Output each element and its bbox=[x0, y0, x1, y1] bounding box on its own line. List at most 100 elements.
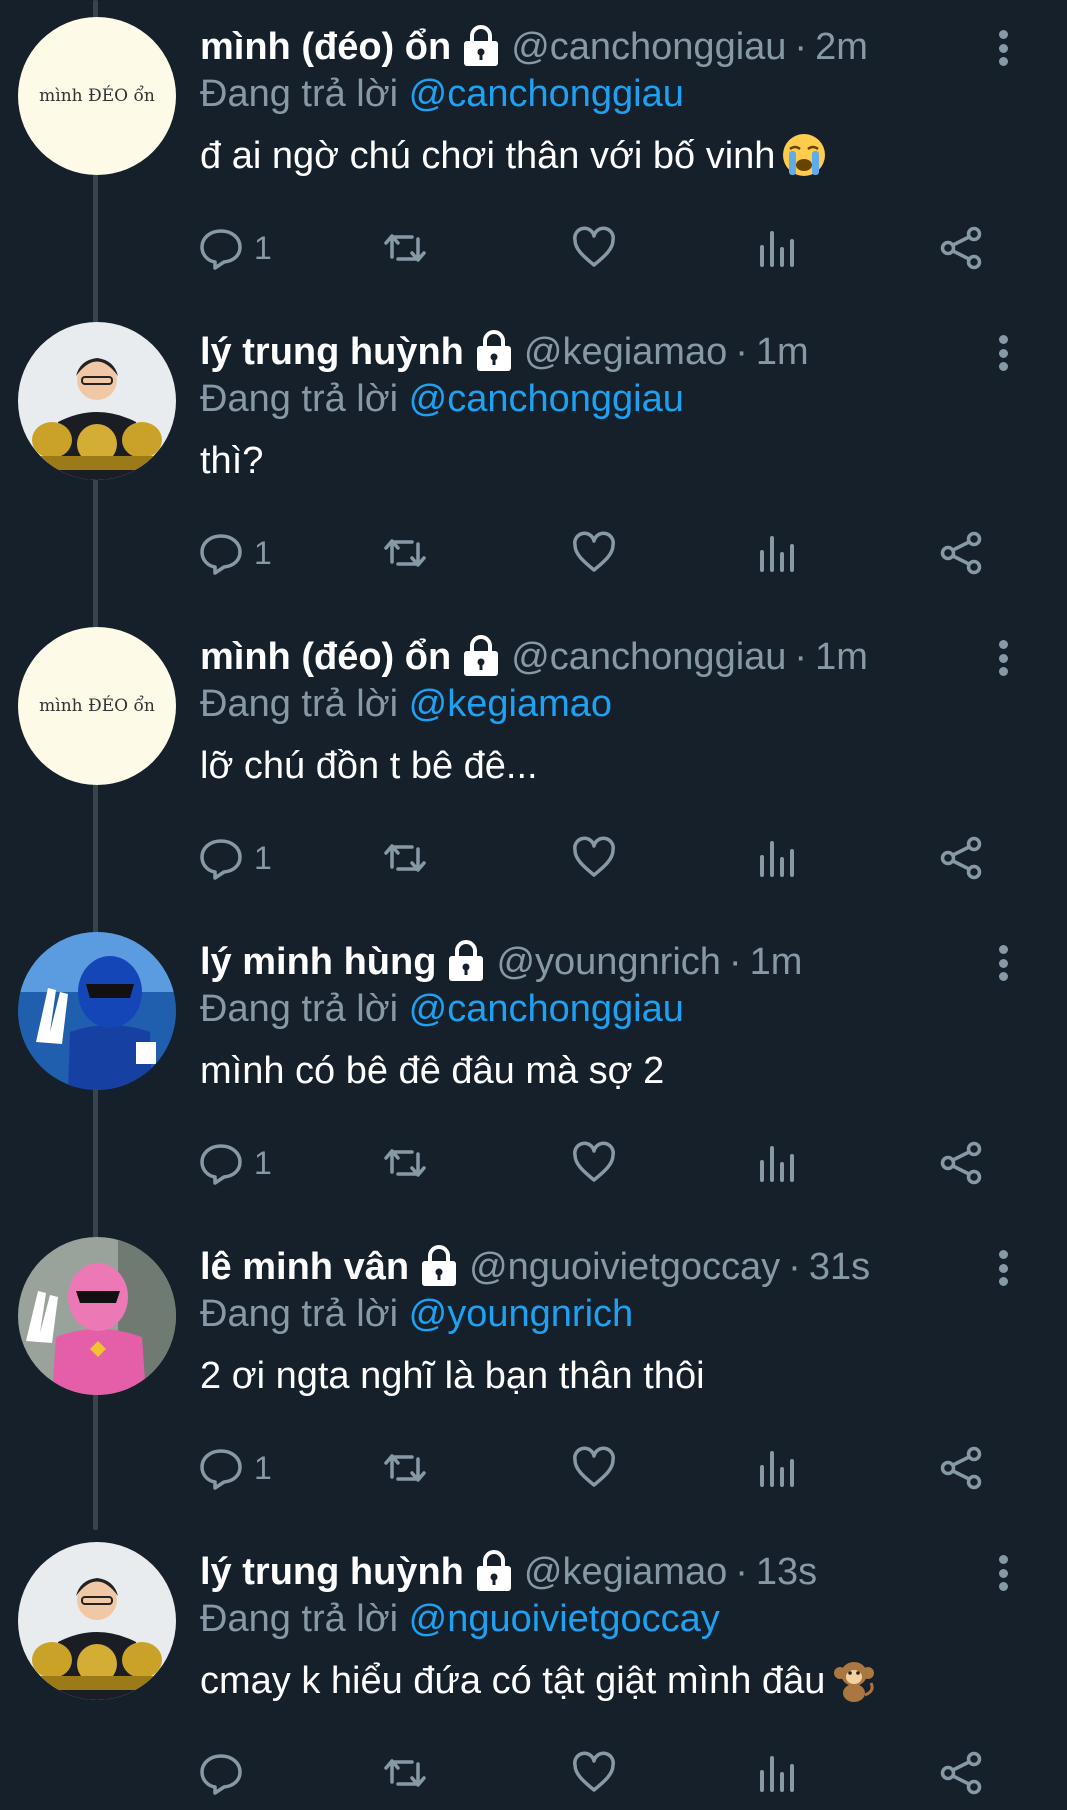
like-button[interactable] bbox=[571, 220, 617, 276]
retweet-icon bbox=[384, 539, 426, 567]
avatar[interactable] bbox=[18, 322, 176, 480]
display-name[interactable]: mình (đéo) ổn bbox=[200, 634, 451, 680]
separator-dot: · bbox=[735, 1551, 748, 1593]
avatar[interactable]: mình ĐÉO ổn bbox=[18, 627, 176, 785]
timestamp[interactable]: 31s bbox=[809, 1244, 870, 1290]
more-options-icon[interactable] bbox=[985, 636, 1021, 680]
tweet[interactable]: lý trung huỳnh @kegiamao · 1m Đang trả l… bbox=[0, 305, 1067, 610]
timestamp[interactable]: 1m bbox=[750, 939, 803, 985]
tweet-header: lý minh hùng @youngnrich · 1m bbox=[200, 939, 802, 985]
analytics-icon bbox=[760, 1146, 794, 1182]
display-name[interactable]: lý trung huỳnh bbox=[200, 1549, 464, 1595]
timestamp[interactable]: 1m bbox=[756, 329, 809, 375]
share-button[interactable] bbox=[938, 830, 984, 886]
separator-dot: · bbox=[794, 26, 808, 68]
share-button[interactable] bbox=[938, 525, 984, 581]
separator-dot: · bbox=[788, 1246, 801, 1288]
avatar[interactable] bbox=[18, 1237, 176, 1395]
avatar-text-image: mình ĐÉO ổn bbox=[18, 627, 176, 785]
like-button[interactable] bbox=[571, 1135, 617, 1191]
display-name[interactable]: mình (đéo) ổn bbox=[200, 24, 451, 70]
user-handle[interactable]: @canchonggiau bbox=[511, 24, 786, 70]
user-handle[interactable]: @kegiamao bbox=[524, 329, 727, 375]
heart-icon bbox=[573, 1751, 615, 1792]
more-options-icon[interactable] bbox=[985, 1246, 1021, 1290]
mention-link[interactable]: @canchonggiau bbox=[409, 988, 684, 1030]
retweet-button[interactable] bbox=[382, 1745, 428, 1801]
reply-button[interactable]: 1 bbox=[198, 1440, 272, 1496]
heart-icon bbox=[573, 226, 615, 267]
more-options-icon[interactable] bbox=[985, 331, 1021, 375]
replying-label: Đang trả lời bbox=[200, 1598, 399, 1640]
share-icon bbox=[940, 836, 982, 880]
tweet-actions: 1 bbox=[198, 525, 998, 581]
avatar-person-image bbox=[18, 1542, 176, 1700]
share-button[interactable] bbox=[938, 1135, 984, 1191]
retweet-icon bbox=[384, 1454, 426, 1482]
reply-button[interactable]: 1 bbox=[198, 1135, 272, 1191]
avatar[interactable] bbox=[18, 1542, 176, 1700]
analytics-button[interactable] bbox=[754, 525, 800, 581]
like-button[interactable] bbox=[571, 1440, 617, 1496]
analytics-button[interactable] bbox=[754, 1440, 800, 1496]
more-options-icon[interactable] bbox=[985, 1551, 1021, 1595]
timestamp[interactable]: 13s bbox=[756, 1549, 817, 1595]
timestamp[interactable]: 1m bbox=[815, 634, 868, 680]
avatar-blue-ranger-image bbox=[18, 932, 176, 1090]
mention-link[interactable]: @canchonggiau bbox=[409, 73, 684, 115]
user-handle[interactable]: @youngnrich bbox=[496, 939, 720, 985]
reply-icon bbox=[200, 229, 242, 270]
tweet[interactable]: mình ĐÉO ổn mình (đéo) ổn @canchonggiau … bbox=[0, 0, 1067, 305]
tweet[interactable]: lê minh vân @nguoivietgoccay · 31s Đang … bbox=[0, 1220, 1067, 1525]
user-handle[interactable]: @nguoivietgoccay bbox=[469, 1244, 780, 1290]
share-button[interactable] bbox=[938, 220, 984, 276]
retweet-button[interactable] bbox=[382, 830, 428, 886]
reply-button[interactable]: 1 bbox=[198, 830, 272, 886]
avatar[interactable] bbox=[18, 932, 176, 1090]
mention-link[interactable]: @nguoivietgoccay bbox=[409, 1598, 720, 1640]
timestamp[interactable]: 2m bbox=[815, 24, 868, 70]
share-button[interactable] bbox=[938, 1745, 984, 1801]
tweet-actions: 1 bbox=[198, 220, 998, 276]
retweet-icon bbox=[384, 1149, 426, 1177]
share-button[interactable] bbox=[938, 1440, 984, 1496]
tweet-actions bbox=[198, 1745, 998, 1801]
like-button[interactable] bbox=[571, 1745, 617, 1801]
reply-button[interactable]: 1 bbox=[198, 525, 272, 581]
retweet-icon bbox=[384, 234, 426, 262]
lock-icon bbox=[476, 330, 511, 371]
more-options-icon[interactable] bbox=[985, 941, 1021, 985]
reply-button[interactable]: 1 bbox=[198, 220, 272, 276]
reply-button[interactable] bbox=[198, 1745, 254, 1801]
tweet[interactable]: mình ĐÉO ổn mình (đéo) ổn @canchonggiau … bbox=[0, 610, 1067, 915]
tweet[interactable]: lý trung huỳnh @kegiamao · 13s Đang trả … bbox=[0, 1525, 1067, 1810]
display-name[interactable]: lê minh vân bbox=[200, 1244, 409, 1290]
timeline: mình ĐÉO ổn mình (đéo) ổn @canchonggiau … bbox=[0, 0, 1067, 1810]
tweet-text: đ ai ngờ chú chơi thân với bố vinh bbox=[200, 132, 827, 180]
display-name[interactable]: lý trung huỳnh bbox=[200, 329, 464, 375]
mention-link[interactable]: @kegiamao bbox=[409, 683, 612, 725]
retweet-button[interactable] bbox=[382, 525, 428, 581]
separator-dot: · bbox=[728, 941, 742, 983]
analytics-button[interactable] bbox=[754, 220, 800, 276]
analytics-button[interactable] bbox=[754, 1135, 800, 1191]
analytics-button[interactable] bbox=[754, 830, 800, 886]
tweet[interactable]: lý minh hùng @youngnrich · 1m Đang trả l… bbox=[0, 915, 1067, 1220]
retweet-button[interactable] bbox=[382, 1440, 428, 1496]
mention-link[interactable]: @canchonggiau bbox=[409, 378, 684, 420]
analytics-button[interactable] bbox=[754, 1745, 800, 1801]
like-button[interactable] bbox=[571, 830, 617, 886]
more-options-icon[interactable] bbox=[985, 26, 1021, 70]
tweet-text-content: lỡ chú đồn t bê đê... bbox=[200, 745, 538, 787]
display-name[interactable]: lý minh hùng bbox=[200, 939, 436, 985]
retweet-button[interactable] bbox=[382, 1135, 428, 1191]
mention-link[interactable]: @youngnrich bbox=[409, 1293, 633, 1335]
tweet-text-content: cmay k hiểu đứa có tật giật mình đâu bbox=[200, 1660, 826, 1702]
retweet-button[interactable] bbox=[382, 220, 428, 276]
user-handle[interactable]: @canchonggiau bbox=[511, 634, 786, 680]
user-handle[interactable]: @kegiamao bbox=[524, 1549, 727, 1595]
like-button[interactable] bbox=[571, 525, 617, 581]
avatar[interactable]: mình ĐÉO ổn bbox=[18, 17, 176, 175]
analytics-icon bbox=[760, 231, 794, 267]
tweet-text: mình có bê đê đâu mà sợ 2 bbox=[200, 1047, 664, 1095]
